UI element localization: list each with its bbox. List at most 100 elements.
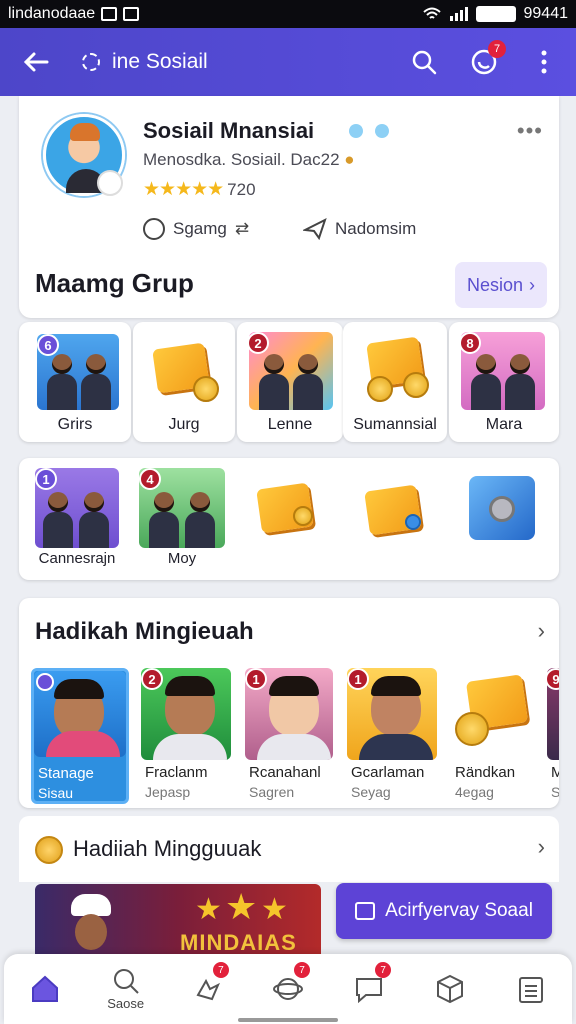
chevron-right-icon: › [537, 834, 545, 859]
tile-badge: 2 [247, 332, 269, 354]
reward-card-5[interactable]: Rändkan 4egag [451, 668, 549, 804]
home-indicator [238, 1018, 338, 1022]
group-tile-label: Moy [167, 550, 197, 567]
status-dots [349, 124, 389, 138]
profile-action-2[interactable]: Nadomsim [303, 218, 416, 240]
gift-box-image[interactable] [361, 472, 441, 548]
app-title-bar[interactable]: ine Sosiail [82, 50, 402, 74]
group-tile-7[interactable]: 4 Moy [139, 468, 225, 576]
loading-icon [82, 53, 100, 71]
reward-name: Stanage [38, 765, 94, 782]
cup-icon [355, 902, 376, 920]
group-more-button[interactable]: Nesion › [455, 262, 547, 308]
gift-box-image [141, 330, 227, 412]
app-title: ine Sosiail [112, 50, 208, 73]
reward-image [451, 668, 541, 760]
group-tile-label: Sumannsial [353, 416, 437, 433]
reward-name: Rcanahanl [249, 764, 321, 781]
coin-icon [35, 836, 63, 864]
nav-home[interactable] [4, 954, 85, 1024]
profile-more-button[interactable]: ••• [517, 118, 543, 144]
nav-badge: 7 [212, 962, 229, 978]
profile-rating: ★★★★★ 720 [143, 178, 256, 201]
clipboard-icon [519, 977, 544, 1003]
reward-name: Rändkan [455, 764, 516, 781]
profile-action-1[interactable]: Sgamg ⇄ [143, 218, 249, 240]
notifications-button[interactable]: 7 [468, 40, 506, 78]
star-icon: ★ [225, 886, 258, 927]
search-icon [113, 968, 139, 994]
profile-subtitle: Menosdka. Sosiail. Dac22 ● [143, 150, 355, 170]
group-tile-5[interactable]: 8 Mara [449, 322, 559, 442]
vault-icon[interactable] [469, 476, 535, 540]
profile-name: Sosiail Mnansiai [143, 118, 315, 143]
profile-card: Sosiail Mnansiai ••• Menosdka. Sosiail. … [19, 96, 559, 318]
back-button[interactable] [16, 42, 56, 82]
profile-action-1-label: Sgamg [173, 219, 227, 238]
reward-card-2[interactable]: 2 Fraclanm Jepasp [141, 668, 239, 804]
medal-icon: ● [344, 150, 355, 169]
gift-box-image[interactable] [253, 472, 333, 548]
signal-icon [449, 7, 468, 21]
chevron-right-icon: › [529, 274, 536, 295]
reward-sub: Seyag [351, 784, 391, 800]
weekly-section-title: Hadikah Mingieuah [35, 618, 254, 645]
nav-search-label: Saose [107, 995, 145, 1011]
nav-messages[interactable]: 7 [329, 954, 410, 1024]
tile-badge: 1 [35, 468, 57, 490]
activity-button[interactable]: Acirfyervay Soaal [336, 883, 552, 939]
nav-alerts[interactable]: 7 [166, 954, 247, 1024]
tile-badge: 6 [37, 334, 59, 356]
planet-icon [272, 978, 303, 1000]
star-icon: ★ [195, 893, 222, 926]
reward-sub: Sagren [249, 784, 295, 800]
promo-banner[interactable]: ★ ★ ★ MINDAIAS [35, 884, 321, 956]
weekly-section-2-title: Hadiiah Mingguuak [73, 836, 262, 861]
gift-box-image [353, 330, 439, 412]
chevron-right-icon[interactable]: › [538, 618, 545, 644]
reward-name: Fraclanm [145, 764, 208, 781]
reward-sub: Jepasp [145, 784, 191, 800]
nav-explore[interactable]: 7 [247, 954, 328, 1024]
more-menu-button[interactable] [528, 46, 560, 78]
home-icon [31, 975, 58, 1002]
reward-card-6[interactable]: 9 Mo Sc [545, 668, 559, 804]
send-icon [303, 218, 327, 240]
group-tile-3[interactable]: 2 Lenne [237, 322, 343, 442]
reward-sub: Sc [551, 784, 559, 800]
star-icon: ★ [261, 893, 288, 926]
group-row-2: 1 Cannesrajn 4 Moy [19, 458, 559, 580]
group-tile-2[interactable]: Jurg [133, 322, 235, 442]
group-more-label: Nesion [466, 274, 524, 295]
group-tile-label: Mara [485, 416, 523, 433]
alarm-icon [123, 7, 140, 21]
weekly-section-2[interactable]: Hadiiah Mingguuak › [19, 816, 559, 882]
group-tile-1[interactable]: 6 Grirs [19, 322, 131, 442]
reward-card-3[interactable]: 1 Rcanahanl Sagren [245, 668, 343, 804]
tile-badge: 4 [139, 468, 161, 490]
search-button[interactable] [408, 46, 440, 78]
nav-list[interactable] [491, 954, 572, 1024]
group-tile-4[interactable]: Sumannsial [343, 322, 447, 442]
nav-badge: 7 [293, 962, 310, 978]
more-vertical-icon [541, 50, 547, 74]
nav-packages[interactable] [410, 954, 491, 1024]
group-tile-label: Grirs [57, 416, 93, 433]
wifi-icon [422, 7, 441, 19]
nav-badge: 7 [375, 962, 392, 978]
group-tile-label: Jurg [168, 416, 200, 433]
rating-stars: ★★★★★ [143, 179, 224, 200]
box-icon [437, 974, 464, 1004]
nav-search[interactable]: Saose [85, 954, 166, 1024]
profile-subtitle-text: Menosdka. Sosiail. Dac22 [143, 150, 340, 169]
reward-card-1[interactable]: Stanage Sisau [31, 668, 129, 804]
notification-badge: 7 [488, 40, 506, 58]
gallery-icon [101, 7, 118, 21]
reward-card-4[interactable]: 1 Gcarlaman Seyag [347, 668, 445, 804]
status-bar: lindanodaae 99441 [0, 0, 576, 28]
avatar-badge-icon [97, 170, 123, 196]
chat-icon [356, 978, 383, 1003]
reward-name: Mo [551, 764, 559, 781]
app-bar: ine Sosiail 7 [0, 28, 576, 96]
group-tile-6[interactable]: 1 Cannesrajn [35, 468, 119, 576]
